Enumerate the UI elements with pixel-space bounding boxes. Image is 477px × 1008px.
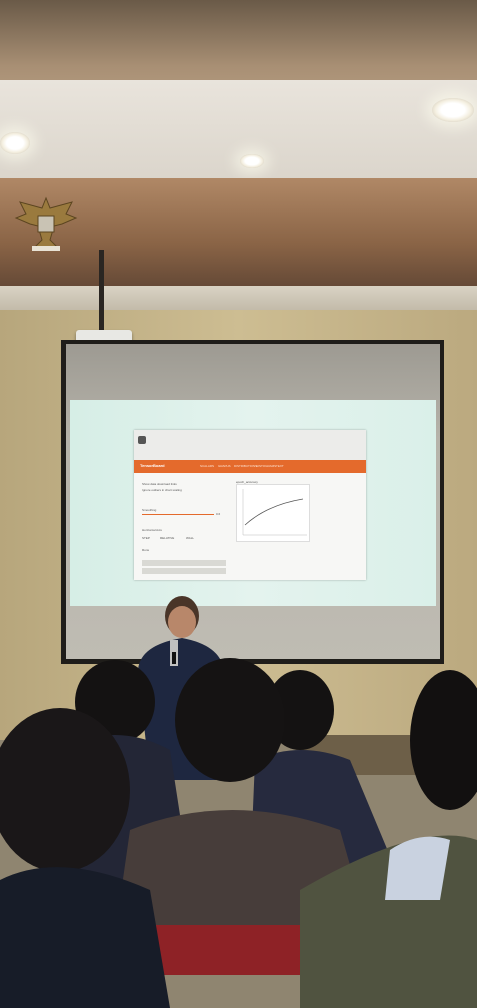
projector-mount bbox=[99, 250, 104, 332]
smoothing-label: Smoothing bbox=[142, 508, 157, 512]
tab-text: TEXT bbox=[276, 464, 284, 468]
tab-distributions: DISTRIBUTIONS bbox=[234, 464, 258, 468]
window-toolbar bbox=[134, 430, 366, 460]
tab-graphs: GRAPHS bbox=[218, 464, 231, 468]
option-ignore-outliers: Ignore outliers in chart scaling bbox=[142, 488, 182, 492]
ceiling-light-left bbox=[0, 132, 30, 154]
app-logo-icon bbox=[138, 436, 146, 444]
tensorboard-header: TensorBoard SCALARS GRAPHS DISTRIBUTIONS… bbox=[134, 460, 366, 473]
runs-label: Runs bbox=[142, 548, 150, 552]
garuda-emblem-icon bbox=[14, 196, 78, 251]
smoothing-slider bbox=[142, 514, 214, 515]
horizontal-axis-label: Horizontal Axis bbox=[142, 528, 162, 532]
option-download-links: Show data download links bbox=[142, 482, 177, 486]
tab-histograms: HISTOGRAMS bbox=[256, 464, 277, 468]
smoothing-value: 0.6 bbox=[216, 512, 221, 516]
ceiling-light-right bbox=[432, 98, 474, 122]
axis-option-step: STEP bbox=[142, 536, 150, 540]
run-row bbox=[142, 560, 226, 566]
chart-card bbox=[236, 484, 310, 542]
axis-option-relative: RELATIVE bbox=[160, 536, 175, 540]
audience bbox=[0, 658, 477, 1008]
accuracy-curve bbox=[242, 489, 307, 536]
ceiling-light-center bbox=[240, 154, 264, 168]
tab-scalars: SCALARS bbox=[200, 464, 215, 468]
app-title: TensorBoard bbox=[140, 463, 165, 468]
axis-option-wall: WALL bbox=[186, 536, 195, 540]
projected-window: TensorBoard SCALARS GRAPHS DISTRIBUTIONS… bbox=[134, 430, 366, 580]
run-row bbox=[142, 568, 226, 574]
